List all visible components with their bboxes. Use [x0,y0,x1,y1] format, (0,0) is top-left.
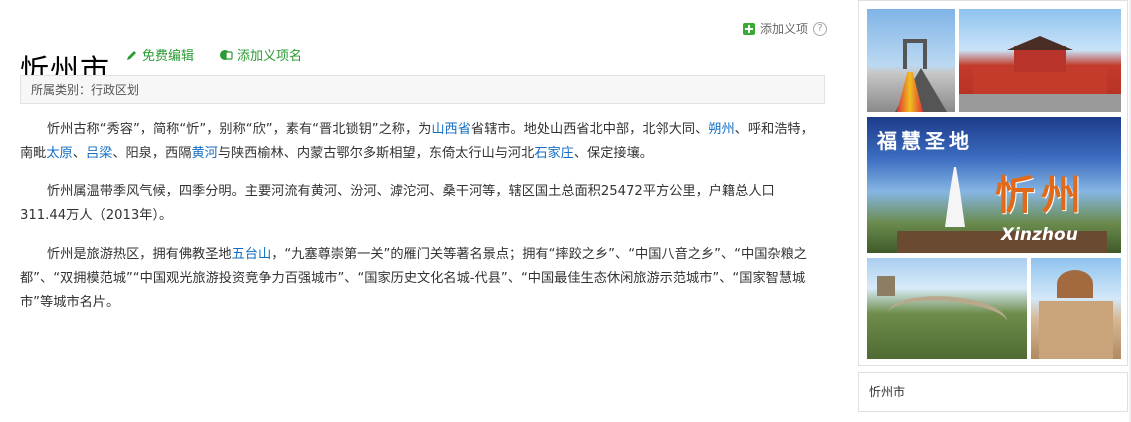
add-sense-top-link[interactable]: 添加义项 ? [742,20,827,37]
inline-link[interactable]: 五台山 [232,247,272,262]
album-photo-xinzhou-banner[interactable]: 福慧圣地 忻州 Xinzhou [867,117,1121,253]
album-photo-road-gate[interactable] [867,9,955,112]
paragraph-text: 、阳泉，西隔 [112,146,192,161]
photo-album[interactable]: 福慧圣地 忻州 Xinzhou [858,0,1128,366]
plus-icon [742,22,755,35]
paragraph-text: 忻州属温带季风气候，四季分明。主要河流有黄河、汾河、滹沱河、桑干河等，辖区国土总… [20,184,775,223]
sidebar: 福慧圣地 忻州 Xinzhou 忻州市 [858,0,1131,422]
main-content: 忻州市 免费编辑 添加义项名 添加义项 ? 所属类别：行政区划 忻州古称“秀容”… [0,0,845,422]
album-photo-gate-tower[interactable] [959,9,1121,112]
album-photo-building[interactable] [1031,258,1121,359]
add-sense-name-link[interactable]: 添加义项名 [219,45,302,64]
album-pinyin: Xinzhou [1001,225,1078,245]
album-caption[interactable]: 忻州市 [858,372,1128,412]
paragraph-3: 忻州是旅游热区，拥有佛教圣地五台山，“九塞尊崇第一关”的雁门关等著名景点；拥有“… [20,243,820,315]
paragraph-text: 忻州是旅游热区，拥有佛教圣地 [47,247,232,262]
paragraph-text: 省辖市。地处山西省北中部，北邻大同、 [470,122,709,137]
paragraph-text: 、 [72,146,86,161]
inline-link[interactable]: 山西省 [431,122,471,137]
category-bar: 所属类别：行政区划 [20,75,825,104]
paragraph-2: 忻州属温带季风气候，四季分明。主要河流有黄河、汾河、滹沱河、桑干河等，辖区国土总… [20,180,820,228]
album-photo-great-wall[interactable] [867,258,1027,359]
pencil-icon [127,50,136,60]
album-calligraphy: 福慧圣地 [877,129,973,153]
paragraph-text: 忻州古称“秀容”，简称“忻”，别称“欣”，素有“晋北锁钥”之称，为 [47,122,432,137]
inline-link[interactable]: 石家庄 [534,146,574,161]
inline-link[interactable]: 黄河 [191,146,217,161]
paragraph-text: 、保定接壤。 [573,146,653,161]
free-edit-link[interactable]: 免费编辑 [126,45,194,64]
add-sense-top-label: 添加义项 [759,22,808,36]
help-icon[interactable]: ? [813,21,827,36]
add-sense-icon [220,49,233,60]
paragraph-1: 忻州古称“秀容”，简称“忻”，别称“欣”，素有“晋北锁钥”之称，为山西省省辖市。… [20,118,820,166]
inline-link[interactable]: 朔州 [708,122,734,137]
add-sense-name-label: 添加义项名 [237,49,303,64]
inline-link[interactable]: 吕梁 [86,146,112,161]
free-edit-label: 免费编辑 [142,49,195,64]
album-city-name: 忻州 [995,172,1087,219]
inline-link[interactable]: 太原 [46,146,72,161]
paragraph-text: 与陕西榆林、内蒙古鄂尔多斯相望，东倚太行山与河北 [217,146,535,161]
